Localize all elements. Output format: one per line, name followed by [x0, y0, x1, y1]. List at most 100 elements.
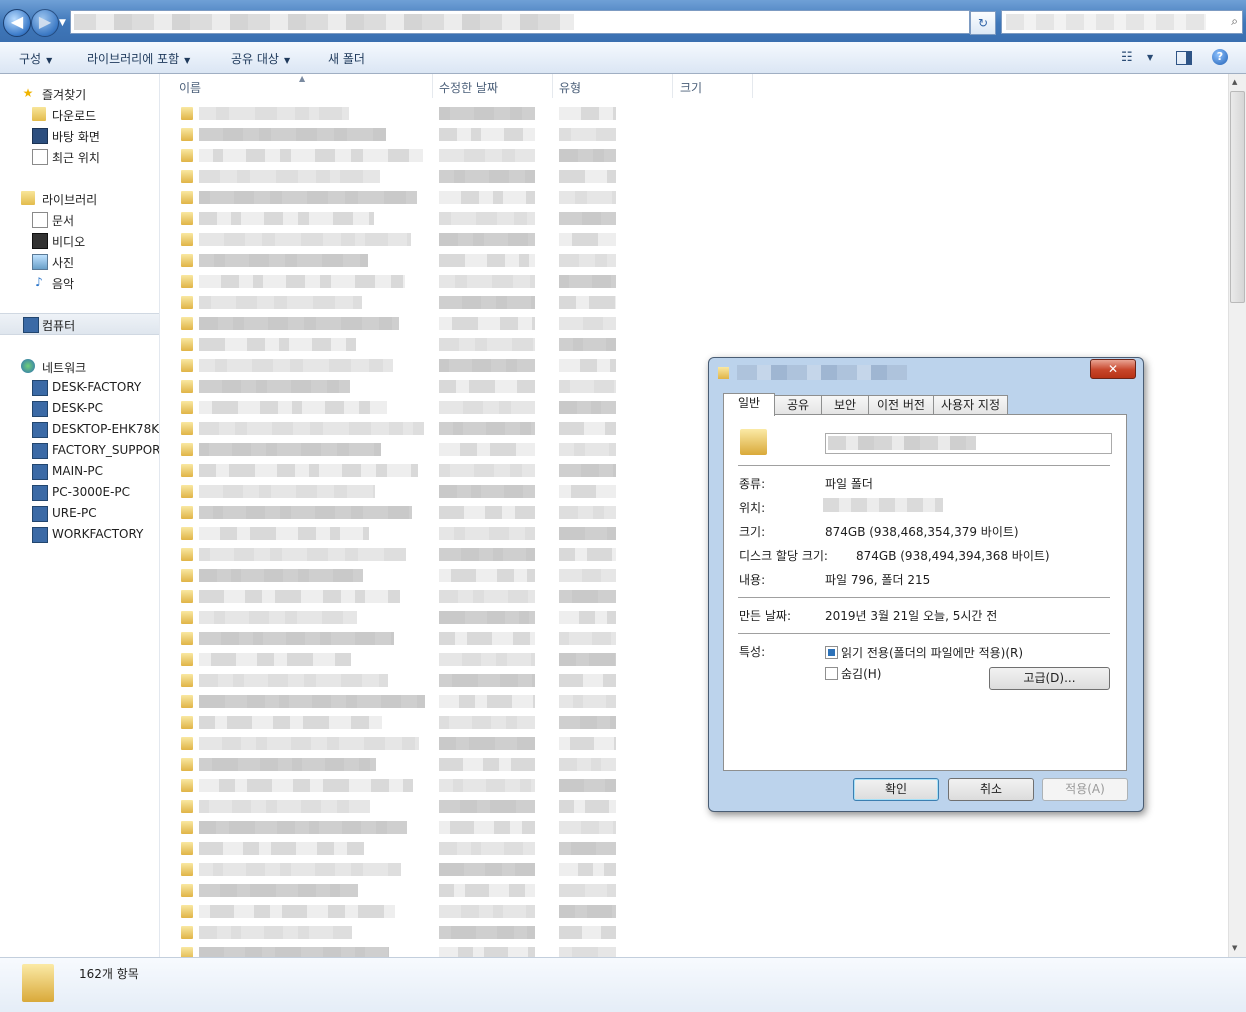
search-input[interactable]: ⌕ [1001, 10, 1243, 34]
table-row[interactable] [160, 250, 630, 271]
table-row[interactable] [160, 334, 630, 355]
nav-computer[interactable]: 컴퓨터 [0, 313, 159, 335]
column-divider[interactable] [672, 74, 673, 98]
table-row[interactable] [160, 817, 630, 838]
nav-item-desktop[interactable]: 바탕 화면 [0, 125, 159, 145]
table-row[interactable] [160, 481, 630, 502]
tab-customize[interactable]: 사용자 지정 [933, 395, 1008, 415]
column-divider[interactable] [752, 74, 753, 98]
folder-name-field[interactable] [825, 433, 1112, 454]
nav-network-item[interactable]: FACTORY_SUPPORT [0, 440, 159, 460]
table-row[interactable] [160, 586, 630, 607]
nav-item-recent-places[interactable]: 최근 위치 [0, 146, 159, 166]
ok-button[interactable]: 확인 [853, 778, 939, 801]
nav-item-music[interactable]: ♪ 음악 [0, 272, 159, 292]
cancel-button[interactable]: 취소 [948, 778, 1034, 801]
nav-network-item[interactable]: MAIN-PC [0, 461, 159, 481]
refresh-button[interactable]: ↻ [970, 11, 996, 35]
table-row[interactable] [160, 943, 630, 957]
close-button[interactable]: ✕ [1090, 359, 1136, 379]
table-row[interactable] [160, 355, 630, 376]
column-header-size[interactable]: 크기 [680, 79, 702, 96]
apply-button[interactable]: 적용(A) [1042, 778, 1128, 801]
share-with-menu[interactable]: 공유 대상 ▼ [231, 50, 290, 67]
hidden-checkbox[interactable] [825, 667, 838, 680]
table-row[interactable] [160, 124, 630, 145]
nav-network-item[interactable]: DESKTOP-EHK78KN [0, 419, 159, 439]
scrollbar-thumb[interactable] [1230, 91, 1245, 303]
table-row[interactable] [160, 880, 630, 901]
scroll-up-icon[interactable]: ▲ [1232, 78, 1237, 86]
table-row[interactable] [160, 775, 630, 796]
views-dropdown-icon[interactable]: ▼ [1147, 53, 1153, 62]
table-row[interactable] [160, 922, 630, 943]
table-row[interactable] [160, 166, 630, 187]
tab-sharing[interactable]: 공유 [774, 395, 822, 415]
table-row[interactable] [160, 607, 630, 628]
help-icon[interactable]: ? [1212, 49, 1228, 65]
table-row[interactable] [160, 691, 630, 712]
column-header-name[interactable]: 이름 [179, 79, 201, 96]
address-field[interactable]: ▼ [70, 10, 1030, 34]
table-row[interactable] [160, 313, 630, 334]
nav-favorites[interactable]: ★ 즐겨찾기 [0, 83, 159, 103]
table-row[interactable] [160, 397, 630, 418]
nav-item-pictures[interactable]: 사진 [0, 251, 159, 271]
nav-item-downloads[interactable]: 다운로드 [0, 104, 159, 124]
table-row[interactable] [160, 439, 630, 460]
nav-network-item[interactable]: DESK-PC [0, 398, 159, 418]
advanced-button[interactable]: 고급(D)... [989, 667, 1110, 690]
new-folder-button[interactable]: 새 폴더 [328, 50, 365, 67]
table-row[interactable] [160, 103, 630, 124]
column-header-modified[interactable]: 수정한 날짜 [439, 79, 498, 96]
table-row[interactable] [160, 712, 630, 733]
back-button[interactable]: ◀ [3, 9, 31, 37]
tab-previous-versions[interactable]: 이전 버전 [868, 395, 934, 415]
table-row[interactable] [160, 859, 630, 880]
column-divider[interactable] [432, 74, 433, 98]
recent-pages-dropdown-icon[interactable]: ▼ [59, 18, 66, 28]
table-row[interactable] [160, 229, 630, 250]
organize-menu[interactable]: 구성 ▼ [19, 50, 52, 67]
table-row[interactable] [160, 502, 630, 523]
forward-button[interactable]: ▶ [31, 9, 59, 37]
table-row[interactable] [160, 901, 630, 922]
readonly-checkbox[interactable] [825, 646, 838, 659]
nav-network-item[interactable]: URE-PC [0, 503, 159, 523]
table-row[interactable] [160, 670, 630, 691]
table-row[interactable] [160, 649, 630, 670]
nav-network[interactable]: 네트워크 [0, 356, 159, 376]
nav-item-documents[interactable]: 문서 [0, 209, 159, 229]
table-row[interactable] [160, 292, 630, 313]
table-row[interactable] [160, 418, 630, 439]
tab-security[interactable]: 보안 [821, 395, 869, 415]
table-row[interactable] [160, 628, 630, 649]
tab-general[interactable]: 일반 [723, 393, 775, 416]
table-row[interactable] [160, 460, 630, 481]
nav-network-item[interactable]: DESK-FACTORY [0, 377, 159, 397]
table-row[interactable] [160, 544, 630, 565]
column-header-type[interactable]: 유형 [559, 79, 581, 96]
table-row[interactable] [160, 754, 630, 775]
include-in-library-menu[interactable]: 라이브러리에 포함 ▼ [87, 50, 190, 67]
nav-libraries[interactable]: 라이브러리 [0, 188, 159, 208]
table-row[interactable] [160, 733, 630, 754]
table-row[interactable] [160, 376, 630, 397]
table-row[interactable] [160, 796, 630, 817]
table-row[interactable] [160, 838, 630, 859]
views-icon[interactable]: ☷ [1121, 50, 1133, 65]
scroll-down-icon[interactable]: ▼ [1232, 944, 1237, 952]
hidden-label[interactable]: 숨김(H) [841, 665, 881, 682]
nav-network-item[interactable]: PC-3000E-PC [0, 482, 159, 502]
table-row[interactable] [160, 565, 630, 586]
readonly-label[interactable]: 읽기 전용(폴더의 파일에만 적용)(R) [841, 644, 1023, 661]
table-row[interactable] [160, 187, 630, 208]
table-row[interactable] [160, 145, 630, 166]
table-row[interactable] [160, 271, 630, 292]
preview-pane-icon[interactable] [1176, 51, 1192, 65]
column-divider[interactable] [552, 74, 553, 98]
dialog-title-bar[interactable]: ✕ [709, 358, 1143, 388]
nav-network-item[interactable]: WORKFACTORY [0, 524, 159, 544]
table-row[interactable] [160, 208, 630, 229]
nav-item-videos[interactable]: 비디오 [0, 230, 159, 250]
